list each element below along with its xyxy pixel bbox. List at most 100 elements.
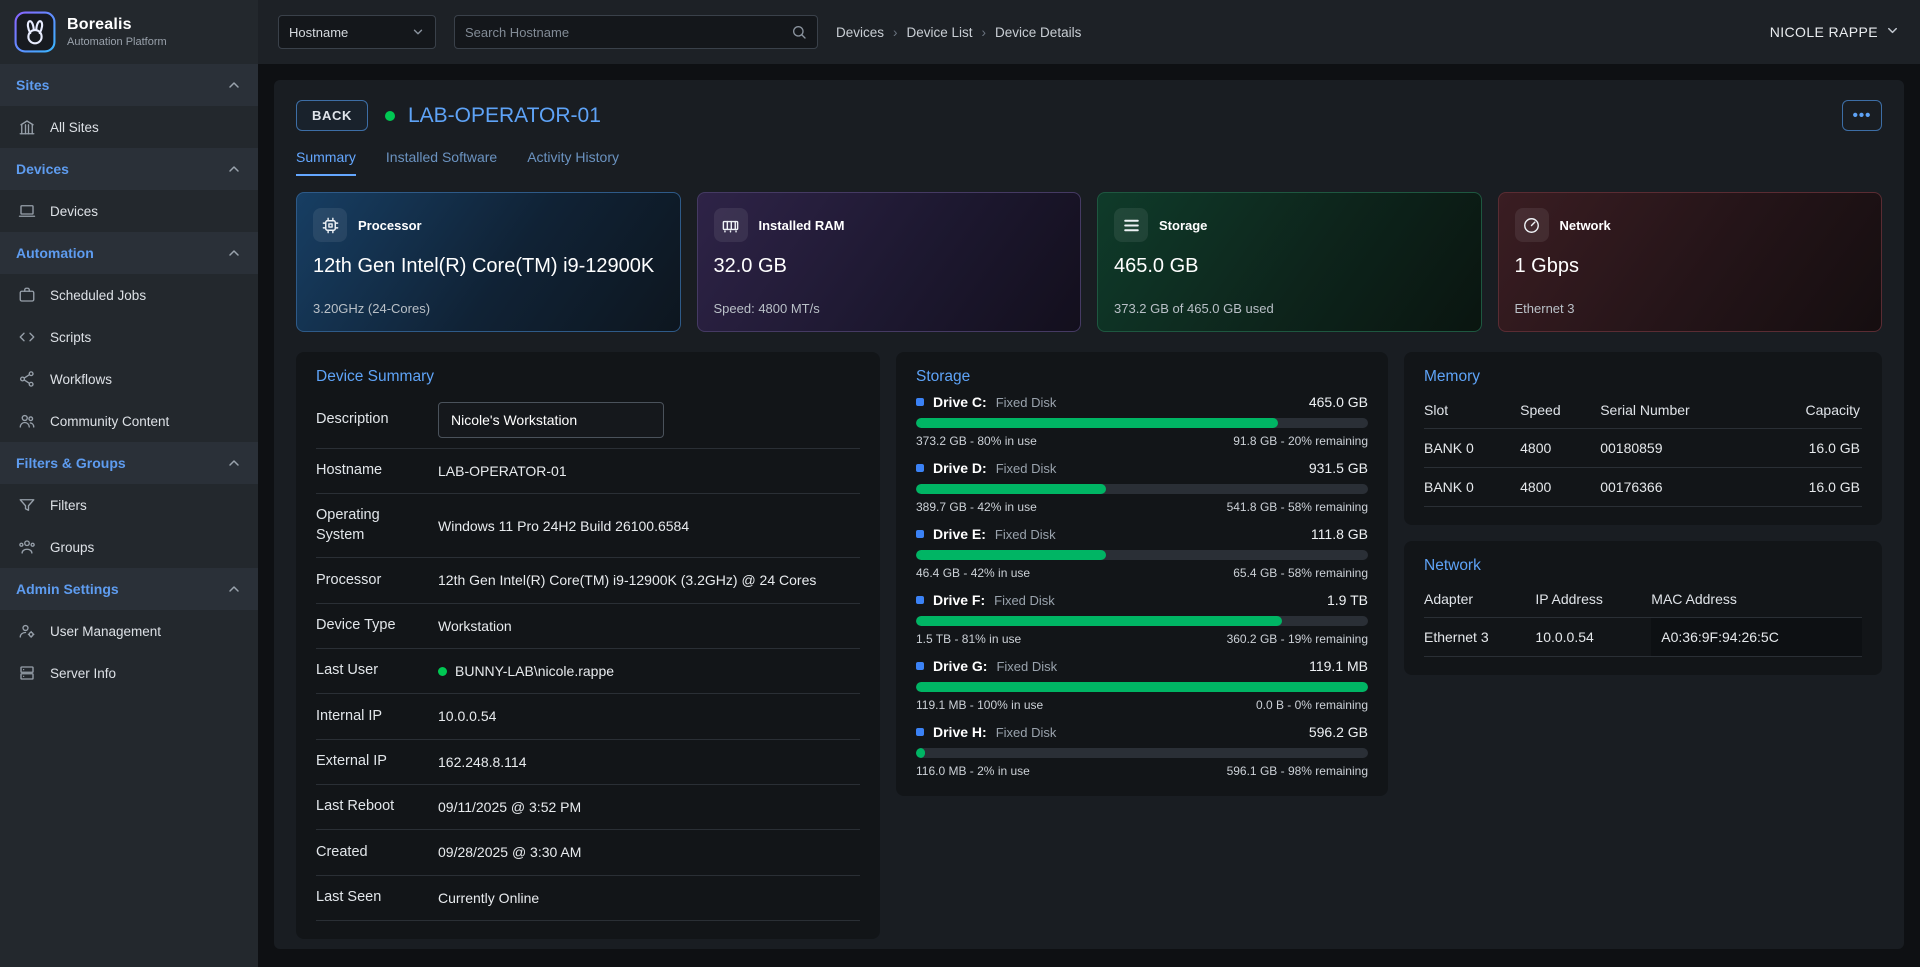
drive-bullet-icon — [916, 662, 924, 670]
metric-card-network: Network 1 Gbps Ethernet 3 — [1498, 192, 1883, 332]
panels: Device Summary Description Hostname LAB-… — [296, 352, 1882, 939]
drive-name: Drive H: — [933, 724, 987, 740]
sidebar-section-label: Admin Settings — [16, 581, 119, 597]
summary-label: Last Seen — [316, 888, 438, 908]
summary-value: Workstation — [438, 616, 860, 636]
summary-row-operating-system: Operating System Windows 11 Pro 24H2 Bui… — [316, 494, 860, 558]
sidebar-item-label: Workflows — [50, 372, 112, 387]
summary-row-external-ip: External IP 162.248.8.114 — [316, 740, 860, 785]
summary-label: Hostname — [316, 461, 438, 481]
user-name: NICOLE RAPPE — [1770, 24, 1878, 40]
drive-usage-bar — [916, 484, 1368, 494]
device-header: BACK LAB-OPERATOR-01 ••• — [296, 100, 1882, 131]
search-input[interactable] — [465, 25, 791, 40]
drive-remaining: 91.8 GB - 20% remaining — [1233, 434, 1368, 448]
sidebar-section-sites[interactable]: Sites — [0, 64, 258, 106]
drive-usage-bar — [916, 748, 1368, 758]
drive-drive-c: Drive C: Fixed Disk 465.0 GB 373.2 GB - … — [916, 394, 1368, 448]
description-input[interactable] — [438, 402, 664, 438]
sidebar-section-automation[interactable]: Automation — [0, 232, 258, 274]
drive-drive-h: Drive H: Fixed Disk 596.2 GB 116.0 MB - … — [916, 724, 1368, 778]
sidebar-nav: Sites All Sites Devices Devices Automati… — [0, 64, 258, 694]
sidebar-section-filters-groups[interactable]: Filters & Groups — [0, 442, 258, 484]
brand-name: Borealis — [67, 16, 167, 34]
rabbit-logo-icon — [14, 11, 56, 53]
chevron-down-icon — [411, 25, 425, 39]
sidebar-item-devices[interactable]: Devices — [0, 190, 258, 232]
drive-size: 111.8 GB — [1311, 526, 1368, 542]
device-title: LAB-OPERATOR-01 — [408, 104, 601, 128]
brand[interactable]: Borealis Automation Platform — [0, 0, 258, 64]
sidebar-section-label: Devices — [16, 161, 69, 177]
building-icon — [18, 118, 36, 136]
sidebar-item-community-content[interactable]: Community Content — [0, 400, 258, 442]
metric-card-subtext: 3.20GHz (24-Cores) — [313, 301, 664, 316]
summary-label: Device Type — [316, 616, 438, 636]
sidebar-item-groups[interactable]: Groups — [0, 526, 258, 568]
back-button[interactable]: BACK — [296, 100, 368, 131]
drive-remaining: 541.8 GB - 58% remaining — [1227, 500, 1368, 514]
sidebar-item-workflows[interactable]: Workflows — [0, 358, 258, 400]
drive-bullet-icon — [916, 530, 924, 538]
cell-serial-number: 00176366 — [1600, 468, 1764, 507]
tab-installed-software[interactable]: Installed Software — [386, 149, 497, 176]
drive-usage-fill — [916, 616, 1282, 626]
sidebar-item-label: Scripts — [50, 330, 91, 345]
more-actions-button[interactable]: ••• — [1842, 100, 1882, 131]
drive-bullet-icon — [916, 596, 924, 604]
network-panel-title: Network — [1424, 557, 1862, 575]
tab-activity-history[interactable]: Activity History — [527, 149, 619, 176]
summary-label: Internal IP — [316, 707, 438, 727]
memory-panel: Memory SlotSpeedSerial NumberCapacityBAN… — [1404, 352, 1882, 525]
sidebar-item-scheduled-jobs[interactable]: Scheduled Jobs — [0, 274, 258, 316]
column-header-slot: Slot — [1424, 392, 1520, 429]
drive-drive-g: Drive G: Fixed Disk 119.1 MB 119.1 MB - … — [916, 658, 1368, 712]
breadcrumb-separator: › — [893, 25, 898, 40]
metric-card-value: 12th Gen Intel(R) Core(TM) i9-12900K — [313, 255, 664, 278]
drive-drive-e: Drive E: Fixed Disk 111.8 GB 46.4 GB - 4… — [916, 526, 1368, 580]
drive-bullet-icon — [916, 728, 924, 736]
summary-label: Operating System — [316, 506, 438, 545]
sidebar-section-devices[interactable]: Devices — [0, 148, 258, 190]
drive-name: Drive F: — [933, 592, 985, 608]
breadcrumb-device-list[interactable]: Device List — [907, 25, 973, 40]
drive-usage-fill — [916, 418, 1278, 428]
user-menu[interactable]: NICOLE RAPPE — [1770, 23, 1900, 41]
cell-slot: BANK 0 — [1424, 468, 1520, 507]
summary-value: Windows 11 Pro 24H2 Build 26100.6584 — [438, 516, 860, 536]
drive-size: 1.9 TB — [1327, 592, 1368, 608]
drive-name: Drive C: — [933, 394, 987, 410]
summary-label: Last User — [316, 661, 438, 681]
search-icon[interactable] — [791, 24, 807, 40]
search-box[interactable] — [454, 15, 818, 49]
breadcrumb-devices[interactable]: Devices — [836, 25, 884, 40]
chevron-up-icon — [226, 77, 242, 93]
summary-value: 09/11/2025 @ 3:52 PM — [438, 797, 860, 817]
sidebar-item-server-info[interactable]: Server Info — [0, 652, 258, 694]
sidebar-item-user-management[interactable]: User Management — [0, 610, 258, 652]
device-details-panel: BACK LAB-OPERATOR-01 ••• Summary Installe… — [274, 80, 1904, 949]
drive-usage-bar — [916, 682, 1368, 692]
sidebar-section-admin-settings[interactable]: Admin Settings — [0, 568, 258, 610]
cpu-icon — [313, 208, 347, 242]
hostname-filter-dropdown[interactable]: Hostname — [278, 15, 436, 49]
sidebar-item-all-sites[interactable]: All Sites — [0, 106, 258, 148]
metric-card-label: Installed RAM — [759, 218, 845, 233]
metric-card-installed-ram: Installed RAM 32.0 GB Speed: 4800 MT/s — [697, 192, 1082, 332]
drive-name: Drive G: — [933, 658, 987, 674]
drive-usage-fill — [916, 682, 1368, 692]
summary-label: Processor — [316, 571, 438, 591]
chevron-up-icon — [226, 455, 242, 471]
storage-panel: Storage Drive C: Fixed Disk 465.0 GB 373… — [896, 352, 1388, 796]
filter-dropdown-value: Hostname — [289, 25, 348, 40]
table-row: BANK 048000018085916.0 GB — [1424, 429, 1862, 468]
main-area: Hostname Devices›Device List›Device Deta… — [258, 0, 1920, 967]
metric-card-storage: Storage 465.0 GB 373.2 GB of 465.0 GB us… — [1097, 192, 1482, 332]
sidebar-item-scripts[interactable]: Scripts — [0, 316, 258, 358]
drive-usage-fill — [916, 550, 1106, 560]
sidebar-item-filters[interactable]: Filters — [0, 484, 258, 526]
summary-row-last-seen: Last Seen Currently Online — [316, 876, 860, 921]
drive-name: Drive E: — [933, 526, 986, 542]
sidebar-item-label: All Sites — [50, 120, 99, 135]
tab-summary[interactable]: Summary — [296, 149, 356, 176]
